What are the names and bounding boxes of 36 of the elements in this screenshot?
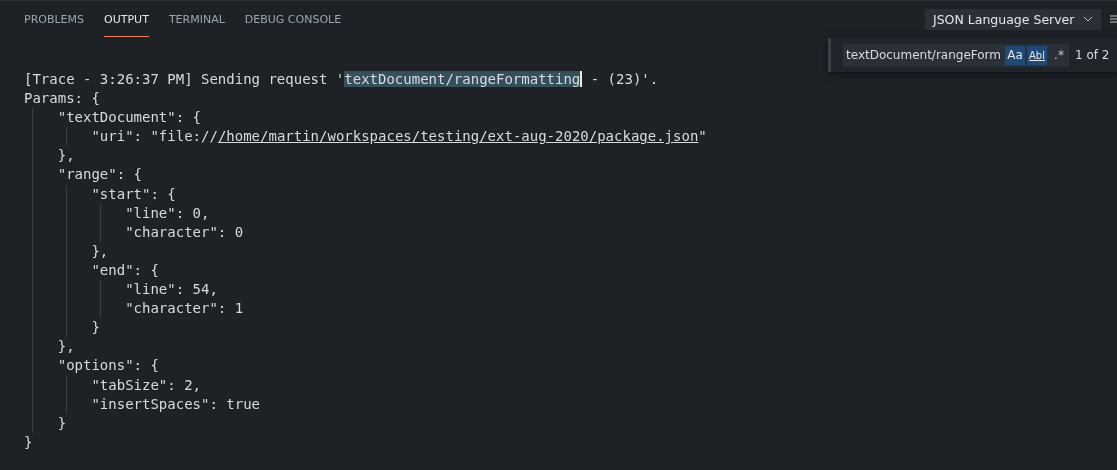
output-text: "start": { (90, 185, 176, 202)
channel-dropdown[interactable]: JSON Language Server (925, 8, 1101, 30)
panel-tab[interactable]: OUTPUT (104, 1, 149, 37)
output-text: " (698, 128, 707, 145)
output-text: "options": { (56, 357, 159, 374)
panel-tab[interactable]: DEBUG CONSOLE (244, 1, 342, 37)
output-text: "tabSize": 2, (90, 376, 201, 393)
match-count: 1 of 2 (1075, 48, 1110, 62)
output-text: } (24, 433, 33, 450)
match-case-toggle[interactable]: Aa (1005, 45, 1025, 65)
output-text: [Trace - 3:26:37 PM] Sending request ' (24, 71, 345, 87)
chevron-down-icon (1083, 14, 1093, 24)
regex-toggle[interactable]: .* (1049, 45, 1069, 65)
output-text: }, (56, 147, 75, 164)
output-text: } (90, 319, 100, 336)
output-text: }, (90, 242, 109, 259)
output-text: - (23)'. (589, 71, 659, 87)
panel-tab[interactable]: PROBLEMS (24, 1, 85, 37)
output-text: "insertSpaces": true (90, 395, 260, 412)
output-text: Params: { (24, 90, 100, 107)
output-text: "range": { (56, 166, 142, 183)
output-text: } (56, 414, 67, 431)
output-text: "character": 1 (124, 300, 244, 317)
find-input[interactable]: textDocument/rangeForm Aa Abl .* (843, 43, 1069, 67)
file-link[interactable]: /home/martin/workspaces/testing/ext-aug-2020/package.json (217, 128, 699, 145)
menu-icon[interactable] (1109, 14, 1117, 24)
output-text: "uri": "file:// (90, 128, 218, 145)
output-text: "character": 0 (124, 223, 244, 240)
search-match: textDocument/rangeFormatting (344, 71, 583, 87)
output-text: "line": 0, (124, 204, 210, 221)
whole-word-toggle[interactable]: Abl (1027, 45, 1047, 65)
output-text: "end": { (90, 261, 159, 278)
panel-tab[interactable]: TERMINAL (168, 1, 225, 37)
output-text: "textDocument": { (56, 109, 201, 126)
output-text: "line": 54, (124, 281, 218, 298)
output-text: }, (56, 338, 75, 355)
